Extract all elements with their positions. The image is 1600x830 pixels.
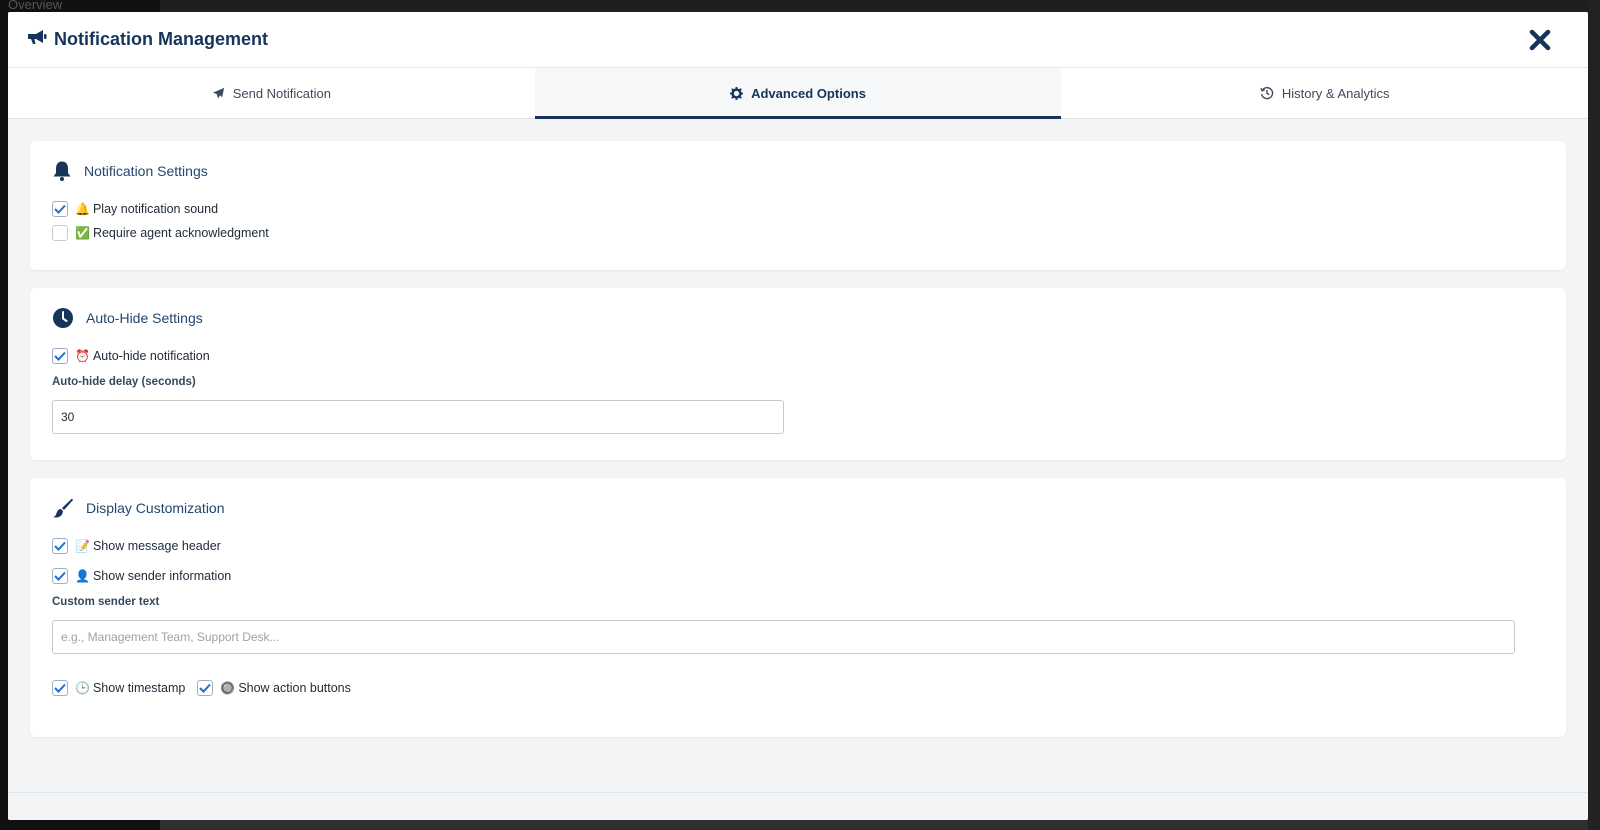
tab-label: History & Analytics <box>1281 85 1390 101</box>
checkmark-icon <box>54 683 66 693</box>
option-show-sender-information[interactable]: 👤 Show sender information <box>52 564 1544 588</box>
radio-button-emoji-icon: 🔘 <box>220 681 236 695</box>
show-action-buttons-checkbox[interactable] <box>197 680 214 696</box>
play-sound-checkbox[interactable] <box>52 201 68 217</box>
option-show-action-buttons[interactable]: 🔘 Show action buttons <box>197 680 351 696</box>
tab-label: Advanced Options <box>751 85 866 101</box>
option-label: Require agent acknowledgment <box>92 226 269 240</box>
tab-bar: Send Notification Advanced Options Histo… <box>8 68 1588 119</box>
background-overview-label: Overview <box>8 0 63 12</box>
notification-management-modal: Notification Management Send Notificatio… <box>8 12 1588 820</box>
custom-sender-text-input[interactable] <box>52 620 1515 654</box>
show-message-header-checkbox[interactable] <box>52 538 68 554</box>
notification-settings-card: Notification Settings 🔔 Play notificatio… <box>30 141 1566 270</box>
option-label: Play notification sound <box>92 202 219 216</box>
checkmark-icon <box>54 571 66 581</box>
modal-title: Notification Management <box>26 27 268 52</box>
checkmark-icon <box>199 683 212 693</box>
modal-header: Notification Management <box>8 12 1588 68</box>
display-customization-card: Display Customization 📝 Show message hea… <box>30 478 1566 737</box>
memo-emoji-icon: 📝 <box>75 539 90 553</box>
modal-footer <box>8 792 1588 820</box>
card-title-text: Auto-Hide Settings <box>86 310 203 326</box>
option-label: Show timestamp <box>92 681 186 695</box>
auto-hide-checkbox[interactable] <box>52 348 68 364</box>
card-title: Display Customization <box>52 496 1544 520</box>
auto-hide-settings-card: Auto-Hide Settings ⏰ Auto-hide notificat… <box>30 288 1566 460</box>
check-emoji-icon: ✅ <box>75 226 90 240</box>
option-label: Show sender information <box>92 569 232 583</box>
history-icon <box>1260 86 1273 100</box>
card-title-text: Notification Settings <box>84 163 208 179</box>
show-timestamp-checkbox[interactable] <box>52 680 68 696</box>
option-require-acknowledgment[interactable]: ✅ Require agent acknowledgment <box>52 221 1544 245</box>
megaphone-icon <box>26 27 48 52</box>
checkmark-icon <box>54 351 66 361</box>
card-title: Auto-Hide Settings <box>52 306 1544 330</box>
background-right-strip <box>1588 0 1600 830</box>
display-inline-options: 🕒 Show timestamp 🔘 Show action buttons <box>52 676 1544 700</box>
alarm-clock-emoji-icon: ⏰ <box>75 349 90 363</box>
gear-icon <box>730 86 744 100</box>
option-show-timestamp[interactable]: 🕒 Show timestamp <box>52 680 185 696</box>
tab-history-analytics[interactable]: History & Analytics <box>1061 68 1588 118</box>
tab-label: Send Notification <box>232 85 331 101</box>
option-play-sound[interactable]: 🔔 Play notification sound <box>52 197 1544 221</box>
checkmark-icon <box>54 204 66 214</box>
require-acknowledgment-checkbox[interactable] <box>52 225 68 241</box>
option-show-message-header[interactable]: 📝 Show message header <box>52 534 1544 558</box>
close-button[interactable] <box>1526 26 1554 54</box>
option-label: Show action buttons <box>238 681 351 695</box>
bell-emoji-icon: 🔔 <box>75 202 90 216</box>
person-emoji-icon: 👤 <box>75 569 90 583</box>
card-title: Notification Settings <box>52 159 1544 183</box>
paint-brush-icon <box>53 498 73 518</box>
clock-emoji-icon: 🕒 <box>75 681 90 695</box>
custom-sender-text-label: Custom sender text <box>52 596 160 608</box>
paper-plane-icon <box>212 87 224 99</box>
background-top-strip <box>0 0 1600 12</box>
clock-icon <box>53 308 73 328</box>
card-title-text: Display Customization <box>86 500 225 516</box>
option-label: Show message header <box>92 539 221 553</box>
auto-hide-delay-input[interactable] <box>52 400 784 434</box>
checkmark-icon <box>54 541 66 551</box>
tab-send-notification[interactable]: Send Notification <box>8 68 535 118</box>
advanced-options-content: Notification Settings 🔔 Play notificatio… <box>8 119 1588 737</box>
modal-title-text: Notification Management <box>54 29 269 49</box>
bell-icon <box>53 161 71 181</box>
close-icon <box>1529 29 1551 51</box>
option-label: Auto-hide notification <box>92 349 210 363</box>
auto-hide-delay-label: Auto-hide delay (seconds) <box>52 376 196 388</box>
tab-advanced-options[interactable]: Advanced Options <box>534 68 1062 119</box>
option-auto-hide[interactable]: ⏰ Auto-hide notification <box>52 344 1544 368</box>
show-sender-information-checkbox[interactable] <box>52 568 68 584</box>
